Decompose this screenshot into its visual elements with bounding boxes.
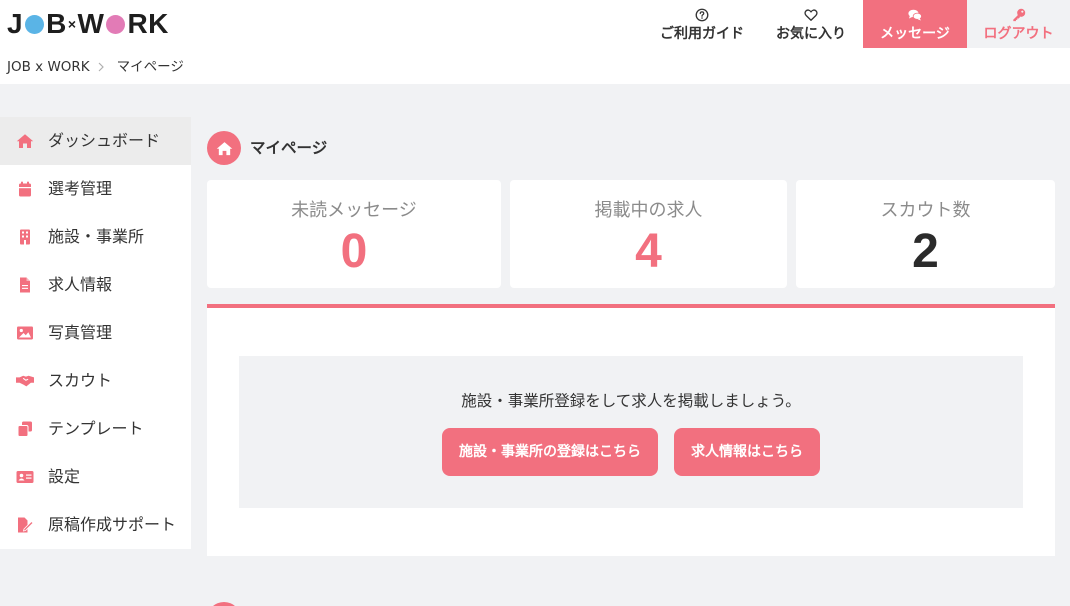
sidebar-item-label: スカウト xyxy=(48,371,113,390)
notice-button-group: 施設・事業所の登録はこちら 求人情報はこちら xyxy=(239,428,1023,476)
notice-box: 施設・事業所登録をして求人を掲載しましょう。 施設・事業所の登録はこちら 求人情… xyxy=(239,356,1023,508)
logo-letter-b: B xyxy=(46,8,67,39)
page-title-home-icon xyxy=(207,131,241,165)
stat-label: スカウト数 xyxy=(880,200,971,221)
sidebar-item-writing-support[interactable]: 原稿作成サポート xyxy=(0,501,191,549)
logo-cross: × xyxy=(67,16,77,32)
nav-favorites[interactable]: お気に入り xyxy=(759,0,863,48)
sidebar-item-label: 原稿作成サポート xyxy=(48,515,177,534)
sidebar-item-templates[interactable]: テンプレート xyxy=(0,405,191,453)
nav-logout-label: ログアウト xyxy=(983,26,1054,42)
nav-messages-label: メッセージ xyxy=(880,26,950,42)
sidebar-item-selection[interactable]: 選考管理 xyxy=(0,165,191,213)
nav-guide-label: ご利用ガイド xyxy=(660,26,744,42)
breadcrumb-home-link[interactable]: JOB x WORK xyxy=(7,58,90,76)
app-window: J B × W RK ご利用ガイド お気に入り メッセージ ログアウト JOB … xyxy=(0,0,1070,606)
nav-guide[interactable]: ご利用ガイド xyxy=(650,0,754,48)
file-signature-icon xyxy=(16,517,34,533)
stat-label: 掲載中の求人 xyxy=(594,200,703,221)
stat-card-unread-messages: 未読メッセージ 0 xyxy=(207,180,501,288)
stat-label: 未読メッセージ xyxy=(291,200,417,221)
register-facility-button[interactable]: 施設・事業所の登録はこちら xyxy=(442,428,658,476)
section-title-icon xyxy=(207,602,241,606)
logo-circle-pink xyxy=(106,14,126,34)
sidebar-item-label: 選考管理 xyxy=(48,179,113,198)
stat-value: 2 xyxy=(912,225,939,278)
nav-logout[interactable]: ログアウト xyxy=(967,0,1070,48)
logo-circle-blue xyxy=(25,14,45,34)
id-card-icon xyxy=(16,469,34,485)
stat-card-active-jobs: 掲載中の求人 4 xyxy=(510,180,787,288)
calendar-icon xyxy=(16,181,34,197)
nav-messages[interactable]: メッセージ xyxy=(863,0,967,48)
notice-message: 施設・事業所登録をして求人を掲載しましょう。 xyxy=(461,392,801,410)
logo-letter-j: J xyxy=(7,8,24,39)
stat-value: 4 xyxy=(635,225,662,278)
sidebar-item-label: 求人情報 xyxy=(48,275,113,294)
comments-icon xyxy=(908,8,922,22)
sidebar-item-label: 施設・事業所 xyxy=(48,227,145,246)
sidebar-item-label: ダッシュボード xyxy=(48,131,161,150)
sidebar-item-jobs[interactable]: 求人情報 xyxy=(0,261,191,309)
handshake-icon xyxy=(16,373,34,389)
next-section-icon-clip xyxy=(207,600,241,606)
home-icon xyxy=(16,133,34,149)
sidebar: ダッシュボード 選考管理 施設・事業所 求人情報 写真管理 スカウト テンプレー… xyxy=(0,117,191,549)
sidebar-item-label: テンプレート xyxy=(48,419,144,438)
key-icon xyxy=(1012,8,1026,22)
chevron-right-icon xyxy=(97,62,105,72)
logo[interactable]: J B × W RK xyxy=(7,9,169,39)
page-title: マイページ xyxy=(250,139,328,157)
logo-letters-rk: RK xyxy=(127,8,169,39)
question-circle-icon xyxy=(695,8,709,22)
sidebar-item-facilities[interactable]: 施設・事業所 xyxy=(0,213,191,261)
breadcrumb-current: マイページ xyxy=(116,59,184,75)
breadcrumb: JOB x WORK マイページ xyxy=(7,58,184,76)
sidebar-item-dashboard[interactable]: ダッシュボード xyxy=(0,117,191,165)
job-info-button[interactable]: 求人情報はこちら xyxy=(674,428,820,476)
sidebar-item-scout[interactable]: スカウト xyxy=(0,357,191,405)
logo-letter-w: W xyxy=(77,8,105,39)
heart-icon xyxy=(804,8,818,22)
nav-favorites-label: お気に入り xyxy=(776,26,846,42)
sidebar-item-label: 設定 xyxy=(48,467,81,486)
file-icon xyxy=(16,277,34,293)
image-icon xyxy=(16,325,34,341)
copy-icon xyxy=(16,421,34,437)
sidebar-item-label: 写真管理 xyxy=(48,323,113,342)
stat-card-scout-count: スカウト数 2 xyxy=(796,180,1055,288)
stat-value: 0 xyxy=(340,225,368,278)
sidebar-item-settings[interactable]: 設定 xyxy=(0,453,191,501)
sidebar-item-photos[interactable]: 写真管理 xyxy=(0,309,191,357)
building-icon xyxy=(16,229,34,245)
